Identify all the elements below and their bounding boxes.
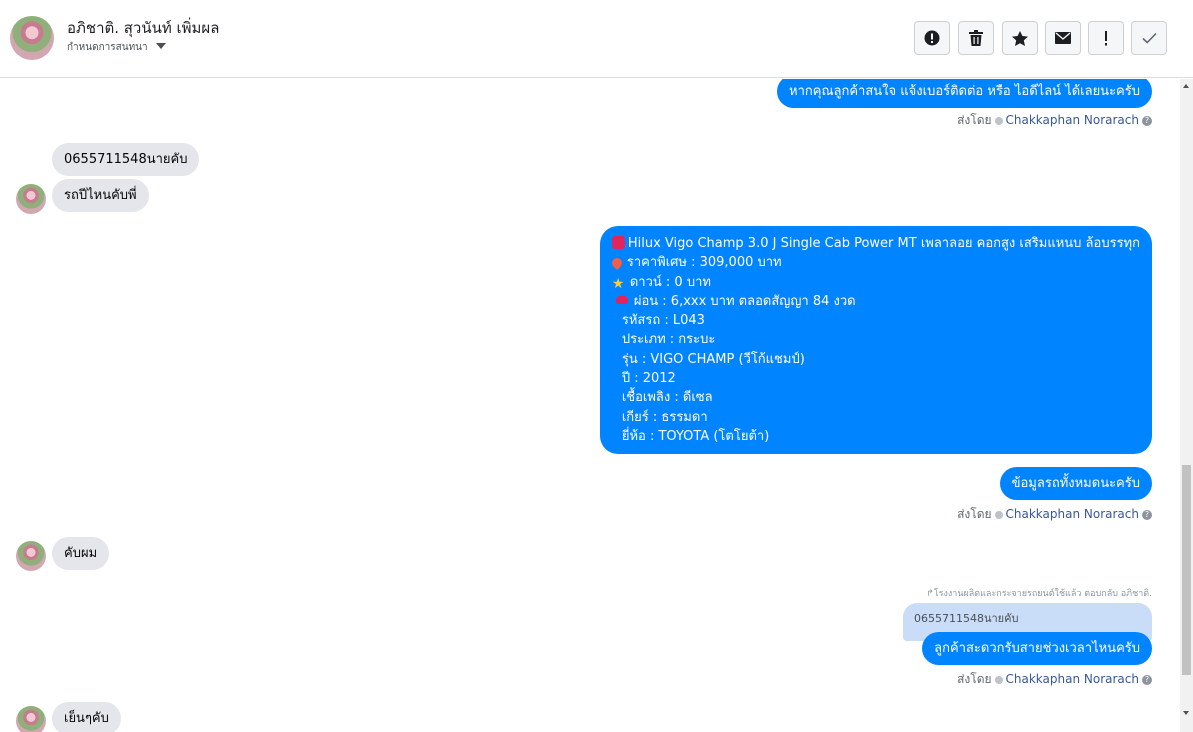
scrollbar-thumb[interactable]: [1182, 465, 1191, 675]
car-brand: ยี่ห้อ : TOYOTA (โตโยต้า): [621, 428, 770, 444]
sent-by-prefix: ส่งโดย: [957, 507, 992, 521]
incoming-message[interactable]: 0655711548นายคับ: [52, 143, 200, 176]
agent-dot-icon: [994, 510, 1003, 519]
check-icon: [1141, 32, 1157, 44]
sent-by-prefix: ส่งโดย: [957, 113, 992, 127]
car-down-line: ★ ดาวน์ : 0 บาท: [612, 273, 1140, 292]
agent-name-link[interactable]: Chakkaphan Norarach: [1006, 672, 1139, 686]
car-title: Hilux Vigo Champ 3.0 J Single Cab Power …: [627, 236, 1140, 251]
car-gear: เกียร์ : ธรรมดา: [621, 409, 708, 425]
mark-unread-button[interactable]: [1045, 21, 1081, 55]
mark-spam-button[interactable]: [914, 21, 950, 55]
assign-conversation-label[interactable]: กำหนดการสนทนา: [67, 40, 148, 55]
contact-avatar-small[interactable]: [16, 184, 46, 214]
sent-by-label: ส่งโดย Chakkaphan Norarach?: [957, 111, 1152, 130]
scroll-up-arrow-icon[interactable]: [1183, 84, 1189, 88]
sent-by-label: ส่งโดย Chakkaphan Norarach?: [957, 505, 1152, 524]
trash-icon: [969, 30, 983, 46]
contact-avatar[interactable]: [10, 16, 54, 60]
scroll-down-arrow-icon[interactable]: [1183, 711, 1189, 715]
follow-up-button[interactable]: [1088, 21, 1124, 55]
help-icon[interactable]: ?: [1142, 115, 1152, 126]
envelope-icon: [1055, 32, 1071, 44]
exclamation-icon: [1105, 30, 1107, 45]
reply-context-label: ↱โรงงานผลิตและกระจายรถยนต์ใช้แล้ว ตอบกลั…: [926, 586, 1152, 600]
incoming-message[interactable]: รถปีไหนคับพี่: [52, 179, 149, 212]
incoming-message[interactable]: เย็นๆคับ: [52, 702, 121, 732]
exclamation-circle-icon: [924, 30, 940, 46]
contact-avatar-small[interactable]: [16, 706, 46, 732]
star-button[interactable]: [1002, 21, 1038, 55]
car-installment-line: ผ่อน : 6,xxx บาท ตลอดสัญญา 84 งวด: [612, 292, 1140, 311]
outgoing-message[interactable]: ลูกค้าสะดวกรับสายช่วงเวลาไหนครับ: [922, 632, 1152, 665]
sent-by-label: ส่งโดย Chakkaphan Norarach?: [957, 670, 1152, 689]
car-title-line: Hilux Vigo Champ 3.0 J Single Cab Power …: [611, 234, 1140, 253]
star-icon: [1012, 30, 1028, 46]
help-icon[interactable]: ?: [1142, 509, 1152, 520]
car-model: รุ่น : VIGO CHAMP (วีโก้แชมป์): [621, 351, 805, 367]
outgoing-message[interactable]: หากคุณลูกค้าสนใจ แจ้งเบอร์ติดต่อ หรือ ไอ…: [777, 79, 1152, 108]
car-icon: [611, 236, 625, 249]
star-emoji-icon: ★: [611, 275, 625, 292]
car-type: ประเภท : กระบะ: [621, 332, 716, 348]
incoming-message[interactable]: คับผม: [52, 537, 110, 570]
chevron-down-icon[interactable]: [156, 43, 166, 49]
car-down: ดาวน์ : 0 บาท: [629, 274, 711, 290]
car-price-line: ราคาพิเศษ : 309,000 บาท: [609, 253, 1140, 272]
car-installment: ผ่อน : 6,xxx บาท ตลอดสัญญา 84 งวด: [633, 293, 856, 309]
chat-scrollbar[interactable]: [1180, 79, 1193, 732]
car-price: ราคาพิเศษ : 309,000 บาท: [626, 255, 782, 271]
conversation-header: อภิชาติ. สุวนันท์ เพิ่มผล กำหนดการสนทนา: [0, 0, 1193, 78]
help-icon[interactable]: ?: [1142, 674, 1152, 685]
agent-dot-icon: [994, 675, 1003, 684]
delete-button[interactable]: [958, 21, 994, 55]
mark-done-button[interactable]: [1131, 21, 1167, 55]
car-year: ปี : 2012: [621, 371, 676, 387]
sent-by-prefix: ส่งโดย: [957, 672, 992, 686]
agent-name-link[interactable]: Chakkaphan Norarach: [1006, 507, 1139, 521]
car-icon: [615, 295, 628, 304]
message-thread[interactable]: หากคุณลูกค้าสนใจ แจ้งเบอร์ติดต่อ หรือ ไอ…: [0, 79, 1180, 732]
car-fuel: เชื้อเพลิง : ดีเซล: [621, 390, 713, 406]
reply-context-text: โรงงานผลิตและกระจายรถยนต์ใช้แล้ว ตอบกลับ…: [933, 589, 1152, 599]
contact-avatar-small[interactable]: [16, 541, 46, 571]
outgoing-message[interactable]: ข้อมูลรถทั้งหมดนะครับ: [999, 467, 1152, 500]
contact-name[interactable]: อภิชาติ. สุวนันท์ เพิ่มผล: [67, 16, 219, 40]
agent-dot-icon: [994, 116, 1003, 125]
car-code: รหัสรถ : L043: [621, 313, 705, 329]
pushpin-icon: [609, 256, 624, 271]
car-details-message[interactable]: Hilux Vigo Champ 3.0 J Single Cab Power …: [599, 226, 1152, 455]
agent-name-link[interactable]: Chakkaphan Norarach: [1006, 113, 1139, 127]
reply-arrow-icon: ↱: [926, 589, 934, 599]
